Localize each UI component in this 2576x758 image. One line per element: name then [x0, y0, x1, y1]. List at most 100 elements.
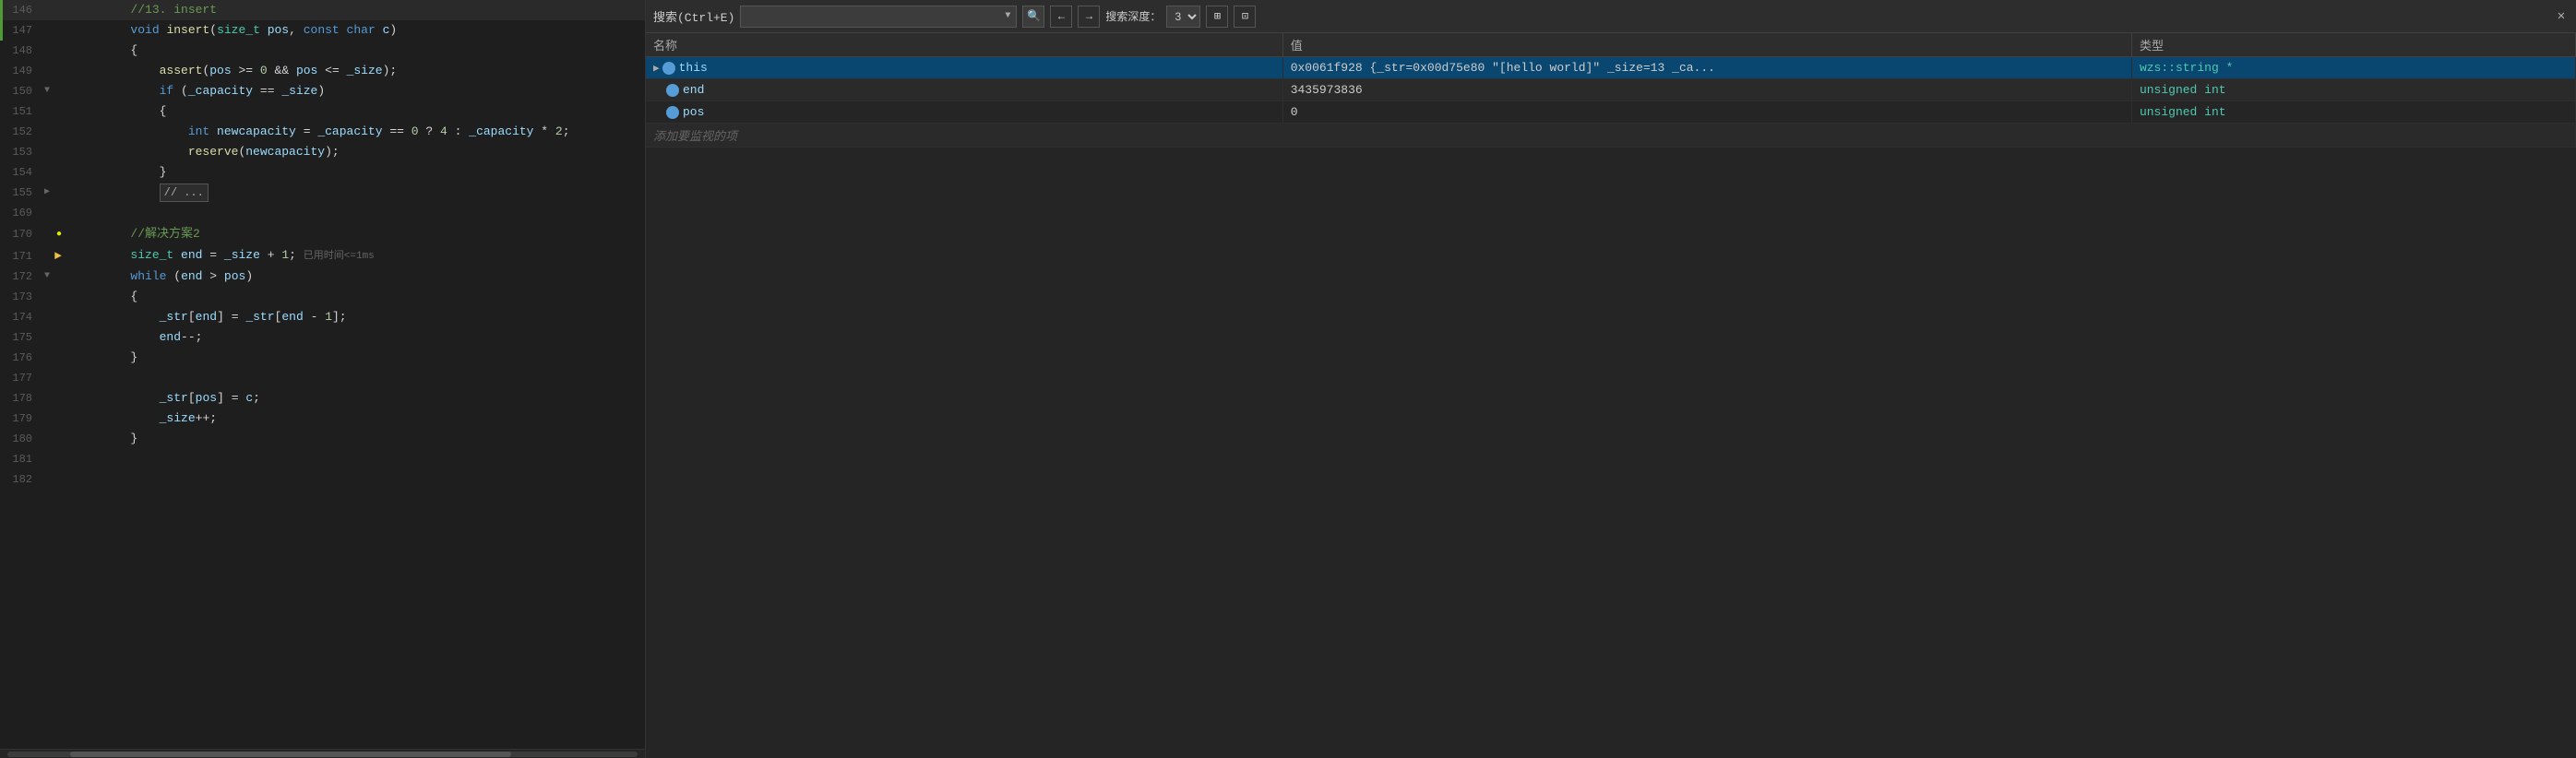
fold-indicator[interactable]	[40, 449, 54, 469]
arrow-indicator	[54, 409, 69, 429]
line-number: 153	[3, 142, 40, 162]
arrow-indicator	[54, 469, 69, 490]
code-line: 181	[0, 449, 645, 469]
search-bar: 搜索(Ctrl+E) ▼ 🔍 ← → 搜索深度： 1 2 3 4 5 ⊞ ⊡ ✕	[646, 0, 2576, 33]
code-content[interactable]: }	[69, 429, 645, 449]
fold-indicator[interactable]	[40, 287, 54, 307]
code-content[interactable]: reserve(newcapacity);	[69, 142, 645, 162]
search-input[interactable]	[746, 9, 1001, 23]
fold-indicator[interactable]	[40, 41, 54, 61]
fold-indicator[interactable]	[40, 348, 54, 368]
arrow-indicator	[54, 327, 69, 348]
fold-indicator[interactable]: ▶	[40, 183, 54, 203]
fold-indicator[interactable]	[40, 368, 54, 388]
watch-row[interactable]: ▶this0x0061f928 {_str=0x00d75e80 "[hello…	[646, 57, 2576, 79]
fold-indicator[interactable]	[40, 429, 54, 449]
add-watch-label[interactable]: 添加要监视的项	[646, 124, 2576, 148]
arrow-indicator	[54, 203, 69, 223]
fold-indicator[interactable]	[40, 20, 54, 41]
col-type: 类型	[2131, 33, 2575, 57]
col-name: 名称	[646, 33, 1282, 57]
code-content[interactable]: size_t end = _size + 1; 已用时间<=1ms	[69, 245, 645, 266]
arrow-indicator	[54, 266, 69, 287]
fold-indicator[interactable]	[40, 203, 54, 223]
format-button[interactable]: ⊞	[1206, 6, 1228, 28]
code-content[interactable]: void insert(size_t pos, const char c)	[69, 20, 645, 41]
line-number: 178	[3, 388, 40, 409]
fold-indicator[interactable]	[40, 307, 54, 327]
code-content[interactable]	[69, 368, 645, 388]
add-watch-row[interactable]: 添加要监视的项	[646, 124, 2576, 148]
expand-icon[interactable]: ▶	[653, 64, 660, 75]
scrollbar-track[interactable]	[7, 752, 638, 757]
code-content[interactable]: }	[69, 348, 645, 368]
search-dropdown-icon[interactable]: ▼	[1005, 11, 1010, 21]
close-button[interactable]: ✕	[2554, 9, 2569, 24]
region-box[interactable]: // ...	[160, 184, 209, 202]
code-content[interactable]: // ...	[69, 183, 645, 203]
watch-var-value: 0	[1282, 101, 2131, 124]
code-content[interactable]	[69, 203, 645, 223]
code-line: 154 }	[0, 162, 645, 183]
fold-indicator[interactable]	[40, 388, 54, 409]
code-content[interactable]: end--;	[69, 327, 645, 348]
code-content[interactable]: int newcapacity = _capacity == 0 ? 4 : _…	[69, 122, 645, 142]
fold-indicator[interactable]	[40, 0, 54, 20]
code-content[interactable]	[69, 469, 645, 490]
watch-var-value: 3435973836	[1282, 79, 2131, 101]
fold-indicator[interactable]: ▼	[40, 81, 54, 101]
code-content[interactable]: {	[69, 287, 645, 307]
code-content[interactable]: {	[69, 41, 645, 61]
search-button[interactable]: 🔍	[1022, 6, 1044, 28]
search-label: 搜索(Ctrl+E)	[653, 7, 734, 25]
search-input-box[interactable]: ▼	[740, 6, 1017, 28]
prev-result-button[interactable]: ←	[1050, 6, 1072, 28]
code-content[interactable]: while (end > pos)	[69, 266, 645, 287]
fold-indicator[interactable]	[40, 101, 54, 122]
code-scrollbar[interactable]	[0, 749, 645, 758]
code-line: 176 }	[0, 348, 645, 368]
arrow-indicator	[54, 429, 69, 449]
fold-indicator[interactable]	[40, 223, 54, 245]
code-content[interactable]: _size++;	[69, 409, 645, 429]
code-content[interactable]: //解决方案2	[69, 223, 645, 245]
code-content[interactable]: if (_capacity == _size)	[69, 81, 645, 101]
watch-row[interactable]: pos0unsigned int	[646, 101, 2576, 124]
watch-row[interactable]: end3435973836unsigned int	[646, 79, 2576, 101]
code-content[interactable]: _str[pos] = c;	[69, 388, 645, 409]
code-content[interactable]: {	[69, 101, 645, 122]
depth-select[interactable]: 1 2 3 4 5	[1166, 6, 1200, 28]
arrow-indicator	[54, 388, 69, 409]
arrow-indicator	[54, 41, 69, 61]
fold-indicator[interactable]	[40, 142, 54, 162]
line-number: 170	[3, 223, 40, 245]
fold-indicator[interactable]	[40, 162, 54, 183]
fold-indicator[interactable]: ▼	[40, 266, 54, 287]
code-line: 172▼ while (end > pos)	[0, 266, 645, 287]
fold-indicator[interactable]	[40, 409, 54, 429]
line-number: 150	[3, 81, 40, 101]
watch-var-name: pos	[646, 101, 1282, 124]
line-number: 149	[3, 61, 40, 81]
code-line: 147 void insert(size_t pos, const char c…	[0, 20, 645, 41]
var-icon	[662, 62, 675, 75]
code-content[interactable]: _str[end] = _str[end - 1];	[69, 307, 645, 327]
fold-indicator[interactable]	[40, 122, 54, 142]
next-result-button[interactable]: →	[1078, 6, 1100, 28]
fold-indicator[interactable]	[40, 469, 54, 490]
code-content[interactable]: //13. insert	[69, 0, 645, 20]
arrow-indicator	[54, 81, 69, 101]
code-content[interactable]: assert(pos >= 0 && pos <= _size);	[69, 61, 645, 81]
fold-indicator[interactable]	[40, 61, 54, 81]
line-number: 147	[3, 20, 40, 41]
fold-indicator[interactable]	[40, 327, 54, 348]
arrow-indicator	[54, 20, 69, 41]
scrollbar-thumb[interactable]	[70, 752, 511, 757]
fold-indicator[interactable]	[40, 245, 54, 266]
line-number: 173	[3, 287, 40, 307]
code-line: 169	[0, 203, 645, 223]
code-content[interactable]	[69, 449, 645, 469]
expand-button[interactable]: ⊡	[1234, 6, 1256, 28]
code-content[interactable]: }	[69, 162, 645, 183]
code-line: 155▶ // ...	[0, 183, 645, 203]
